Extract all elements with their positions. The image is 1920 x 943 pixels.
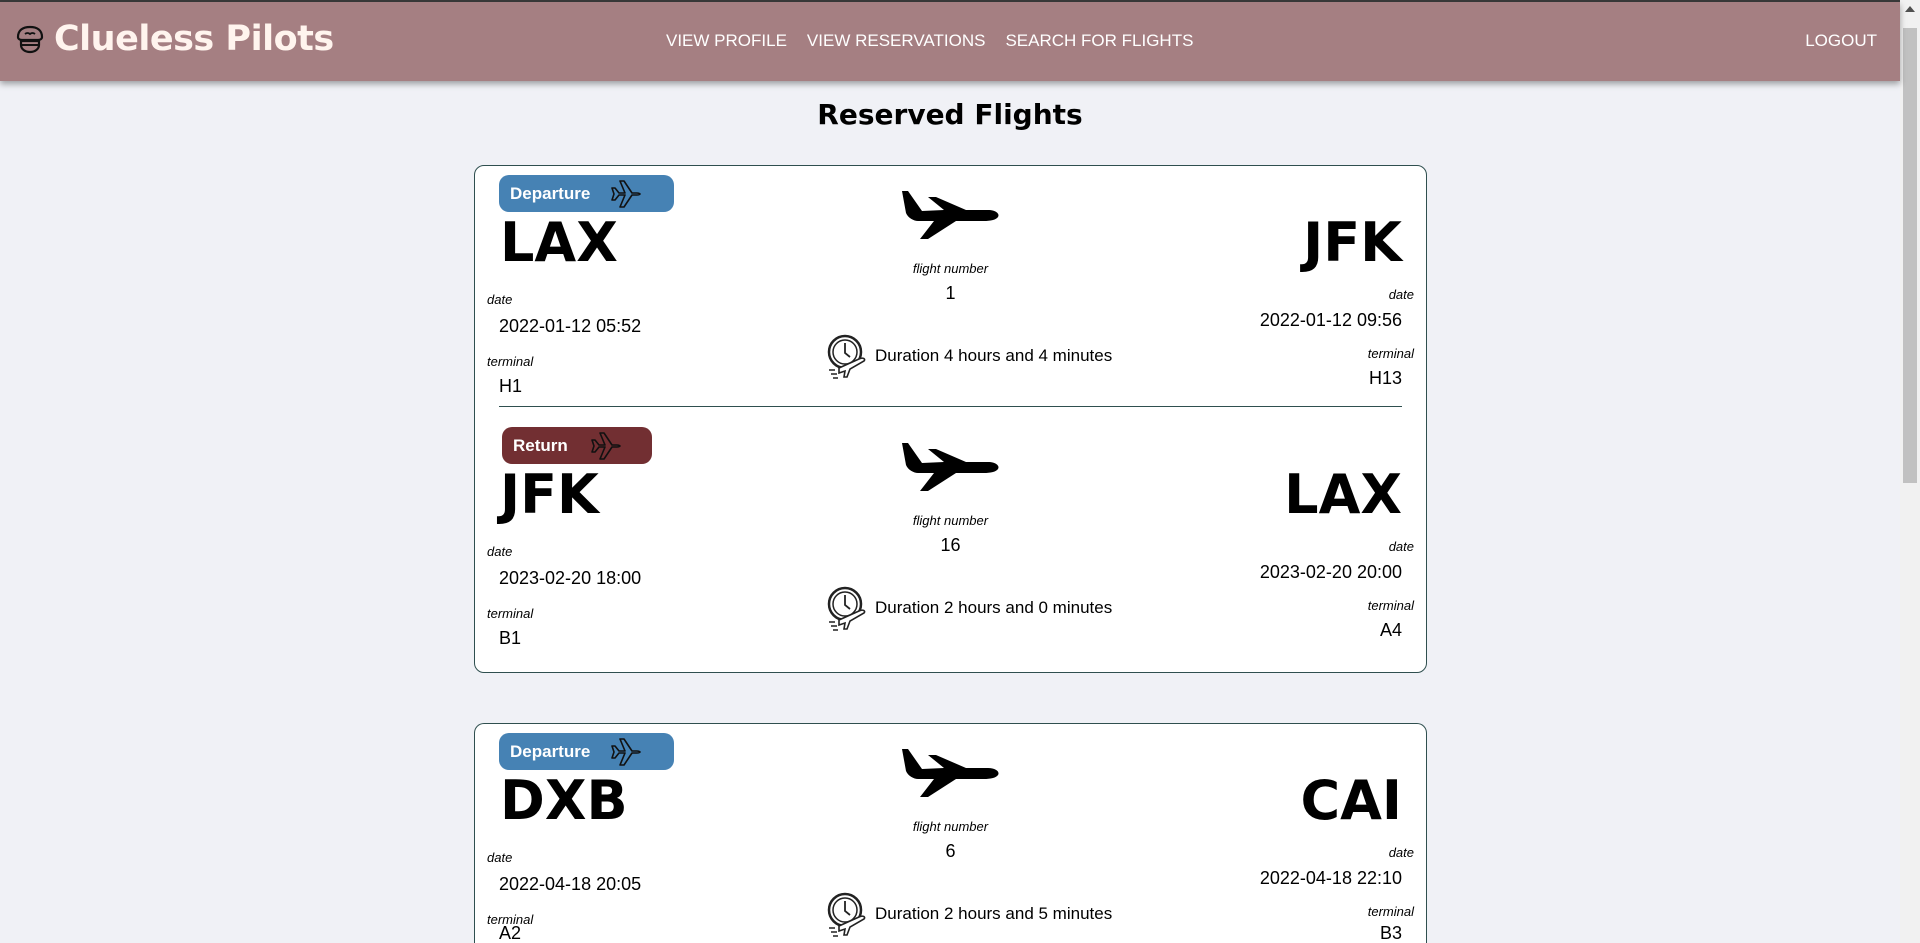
flight-number: 6	[945, 841, 956, 861]
duration-text: Duration 4 hours and 4 minutes	[875, 346, 1113, 365]
leg-type-badge: Return	[502, 427, 652, 464]
duration-text: Duration 2 hours and 0 minutes	[875, 598, 1113, 617]
departure-date: 2022-04-18 20:05	[499, 874, 642, 894]
leg-divider	[499, 406, 1402, 407]
airplane-outline-icon	[611, 737, 642, 766]
departure-date: 2022-01-12 05:52	[499, 316, 642, 336]
flight-number: 1	[945, 283, 956, 303]
reservation-card: Departure LAX JFK date 2022-01-12 05:52 …	[474, 165, 1427, 673]
nav-search-flights[interactable]: SEARCH FOR FLIGHTS	[1005, 31, 1193, 51]
page-title: Reserved Flights	[817, 98, 1083, 131]
leg-type-badge: Departure	[499, 733, 674, 770]
departure-date: 2023-02-20 18:00	[499, 568, 642, 588]
departure-terminal: H1	[499, 376, 523, 396]
arrival-terminal: H13	[1368, 368, 1402, 388]
flight-leg: Return JFK LAX date 2023-02-20 18:00 ter…	[475, 418, 1426, 670]
arrival-terminal-label: terminal	[1367, 346, 1414, 361]
clock-plane-icon	[827, 586, 866, 631]
scroll-up-icon[interactable]	[1905, 6, 1915, 12]
main-nav: VIEW PROFILE VIEW RESERVATIONS SEARCH FO…	[666, 31, 1193, 51]
flight-number-label: flight number	[912, 819, 989, 834]
arrival-terminal: B3	[1379, 923, 1402, 943]
flight-number-label: flight number	[912, 513, 989, 528]
pilot-hat-icon	[16, 25, 44, 54]
arrival-terminal-label: terminal	[1367, 904, 1414, 919]
departure-terminal-label: terminal	[487, 354, 534, 369]
leg-type-label: Return	[513, 435, 568, 455]
clock-plane-icon	[827, 334, 866, 379]
arrival-terminal-label: terminal	[1367, 598, 1414, 613]
airplane-outline-icon	[590, 431, 621, 460]
departure-terminal: B1	[499, 628, 522, 648]
leg-type-badge: Departure	[499, 175, 674, 212]
reservation-card: Departure DXB CAI date 2022-04-18 20:05 …	[474, 723, 1427, 943]
airplane-outline-icon	[611, 179, 642, 208]
nav-view-profile[interactable]: VIEW PROFILE	[666, 31, 787, 51]
departure-terminal-label: terminal	[487, 606, 534, 621]
flight-number-label: flight number	[912, 261, 989, 276]
airplane-icon	[902, 749, 999, 797]
arrival-date: 2022-04-18 22:10	[1259, 868, 1402, 888]
flight-leg: Departure DXB CAI date 2022-04-18 20:05 …	[475, 724, 1426, 943]
scrollbar-thumb[interactable]	[1903, 28, 1917, 483]
airplane-icon	[902, 191, 999, 239]
leg-type-label: Departure	[510, 741, 591, 761]
nav-view-reservations[interactable]: VIEW RESERVATIONS	[807, 31, 986, 51]
arrival-date: 2022-01-12 09:56	[1259, 310, 1402, 330]
duration: Duration 2 hours and 5 minutes	[825, 890, 1112, 938]
navbar: Clueless Pilots VIEW PROFILE VIEW RESERV…	[0, 2, 1900, 81]
brand-name: Clueless Pilots	[54, 19, 334, 59]
flight-leg: Departure LAX JFK date 2022-01-12 05:52 …	[475, 166, 1426, 418]
departure-terminal: A2	[499, 923, 522, 943]
logout-link[interactable]: LOGOUT	[1805, 31, 1877, 51]
duration: Duration 2 hours and 0 minutes	[825, 584, 1112, 632]
leg-type-label: Departure	[510, 183, 591, 203]
airplane-icon	[902, 443, 999, 491]
flight-number: 16	[940, 535, 961, 555]
clock-plane-icon	[827, 892, 866, 937]
arrival-terminal: A4	[1379, 620, 1402, 640]
duration: Duration 4 hours and 4 minutes	[825, 332, 1112, 380]
brand-logo[interactable]: Clueless Pilots	[14, 19, 334, 59]
duration-text: Duration 2 hours and 5 minutes	[875, 904, 1113, 923]
scrollbar[interactable]	[1900, 0, 1920, 943]
arrival-date: 2023-02-20 20:00	[1259, 562, 1402, 582]
